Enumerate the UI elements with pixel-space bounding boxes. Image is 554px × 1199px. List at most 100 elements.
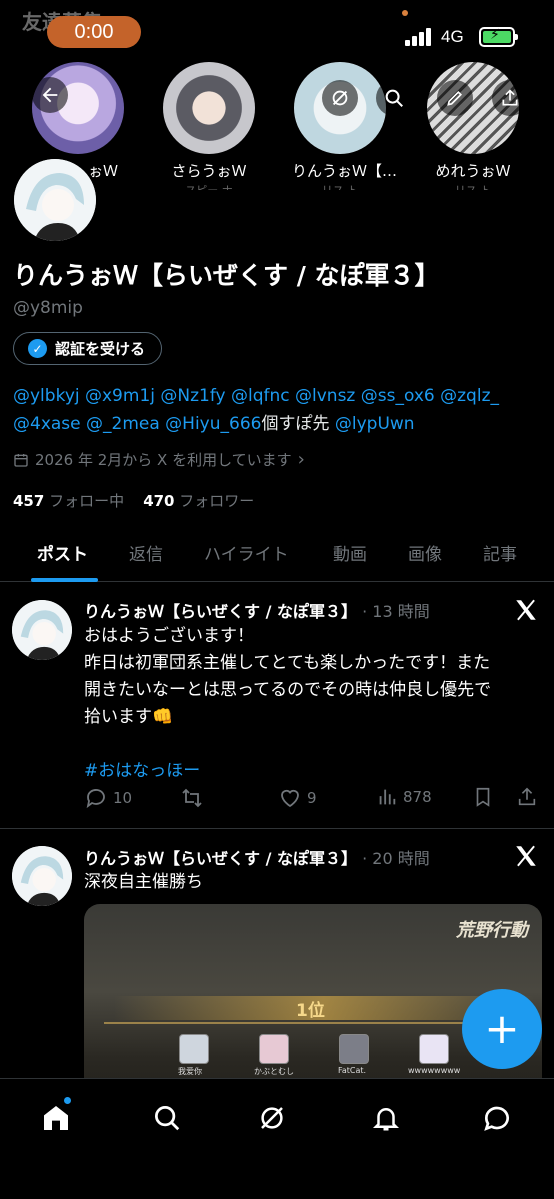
game-logo: 荒野行動 xyxy=(456,920,528,941)
friend-item-2[interactable]: さらうぉＷ スピー ナ xyxy=(161,62,257,190)
share-button[interactable] xyxy=(492,80,519,116)
tweet-time[interactable]: · 13 時間 xyxy=(362,602,430,621)
nav-notifications[interactable] xyxy=(366,1101,406,1135)
retweet-button[interactable] xyxy=(180,786,209,810)
tab-posts[interactable]: ポスト xyxy=(37,540,88,565)
friend-avatar xyxy=(163,62,255,154)
friend-item-3[interactable]: りんうぉＷ【… リス ト xyxy=(292,62,412,190)
player-name: wwwwwwww xyxy=(408,1066,461,1075)
bio-mentions-line-2[interactable]: @4xase @_2mea @Hiyu_666 xyxy=(13,414,261,434)
nav-search[interactable] xyxy=(147,1101,187,1135)
friend-item-4[interactable]: めれうぉＷ リス ト xyxy=(425,62,521,190)
friend-sub: リス ト xyxy=(292,182,388,190)
views-button[interactable]: 878 xyxy=(376,786,432,808)
grok-button[interactable] xyxy=(322,80,358,116)
network-type: 4G xyxy=(441,27,464,46)
verified-badge-icon: ✓ xyxy=(28,339,47,358)
hashtag-link[interactable]: #おはなっほー xyxy=(84,758,524,785)
bookmark-icon xyxy=(476,787,490,807)
get-verified-button[interactable]: ✓ 認証を受ける xyxy=(13,332,163,365)
player-avatar xyxy=(259,1034,289,1064)
bottom-navigation xyxy=(0,1078,554,1199)
back-arrow-icon xyxy=(42,87,58,103)
reply-icon xyxy=(86,789,105,809)
bio-text: 個すぽ先 xyxy=(261,414,330,434)
rank-strip xyxy=(104,1022,524,1024)
tab-videos[interactable]: 動画 xyxy=(333,540,367,565)
player-name: かぶとむし xyxy=(254,1067,294,1076)
player-name: FatCat. xyxy=(338,1066,367,1075)
tweet-text: おはようございます！ 昨日は初軍団系主催してとても楽しかったです！また 開きたい… xyxy=(84,623,524,785)
compose-post-button[interactable]: + xyxy=(462,989,542,1069)
views-icon xyxy=(379,789,396,805)
edit-button[interactable] xyxy=(437,80,473,116)
x-logo-icon xyxy=(516,845,536,867)
follow-stats: 457 フォロー中 470 フォロワー xyxy=(13,490,254,511)
followers-link[interactable]: 470 フォロワー xyxy=(143,492,254,510)
search-icon xyxy=(155,1106,180,1131)
friend-avatar xyxy=(427,62,519,154)
bio-mentions-line-1[interactable]: @ylbkyj @x9m1j @Nz1fy @lqfnc @lvnsz @ss_… xyxy=(13,382,543,410)
tweet-avatar[interactable] xyxy=(12,846,72,906)
home-icon xyxy=(44,1106,68,1130)
friend-name: さらうぉＷ xyxy=(171,162,247,180)
get-verified-label: 認証を受ける xyxy=(55,340,146,358)
friend-sub: リス ト xyxy=(425,182,521,190)
joined-text: 2026 年 2月から X を利用しています xyxy=(35,451,292,469)
tweet-time[interactable]: · 20 時間 xyxy=(362,849,430,868)
share-tweet-button[interactable] xyxy=(516,786,538,808)
like-button[interactable]: 9 xyxy=(278,786,317,810)
share-icon xyxy=(502,89,518,106)
friend-name: めれうぉＷ xyxy=(435,162,511,180)
tweet-author[interactable]: りんうぉＷ【らいぜくす / なぽ軍３】 xyxy=(84,602,357,621)
grok-icon xyxy=(261,1107,283,1129)
following-link[interactable]: 457 フォロー中 xyxy=(13,492,124,510)
bookmark-button[interactable] xyxy=(472,786,494,808)
profile-handle: @y8mip xyxy=(13,298,83,318)
tweet-text: 深夜自主催勝ち xyxy=(84,872,203,892)
reply-button[interactable]: 10 xyxy=(84,786,132,810)
tweet-header: りんうぉＷ【らいぜくす / なぽ軍３】 · 20 時間 xyxy=(84,845,430,869)
bell-icon xyxy=(372,1108,400,1131)
friend-name: りんうぉＷ【… xyxy=(292,162,398,180)
tab-replies[interactable]: 返信 xyxy=(129,540,163,565)
x-logo-icon xyxy=(516,599,536,621)
grok-icon xyxy=(332,90,348,106)
nav-messages[interactable] xyxy=(477,1101,517,1135)
privacy-indicator-dot xyxy=(402,10,408,16)
battery-icon: ⚡ xyxy=(479,27,518,47)
status-time[interactable]: 0:00 xyxy=(47,16,141,48)
nav-home[interactable] xyxy=(36,1101,76,1135)
tweet-actions: 10 9 878 xyxy=(84,786,544,812)
tweet-header: りんうぉＷ【らいぜくす / なぽ軍３】 · 13 時間 xyxy=(84,598,430,622)
tab-images[interactable]: 画像 xyxy=(408,540,442,565)
player-avatar xyxy=(179,1034,209,1064)
tweet-author[interactable]: りんうぉＷ【らいぜくす / なぽ軍３】 xyxy=(84,849,357,868)
tweet-avatar[interactable] xyxy=(12,600,72,660)
profile-bio: @ylbkyj @x9m1j @Nz1fy @lqfnc @lvnsz @ss_… xyxy=(13,382,543,438)
nav-grok[interactable] xyxy=(252,1101,292,1135)
player-avatar xyxy=(339,1034,369,1064)
signal-icon xyxy=(405,28,435,46)
bio-line-2: @4xase @_2mea @Hiyu_666個すぽ先 @lypUwn xyxy=(13,410,543,438)
bio-mention-tail[interactable]: @lypUwn xyxy=(335,414,415,434)
back-button[interactable] xyxy=(32,77,68,113)
tab-highlights[interactable]: ハイライト xyxy=(204,540,289,565)
home-notification-dot xyxy=(64,1097,71,1104)
joined-date[interactable]: 2026 年 2月から X を利用しています › xyxy=(13,449,305,470)
friend-sub: スピー ナ xyxy=(161,182,257,190)
rank-label: 1位 xyxy=(296,1001,325,1021)
tweet[interactable]: りんうぉＷ【らいぜくす / なぽ軍３】 · 13 時間 おはようございます！ 昨… xyxy=(0,583,554,828)
search-button[interactable] xyxy=(376,80,412,116)
retweet-icon xyxy=(182,788,202,808)
profile-avatar[interactable] xyxy=(11,156,99,244)
share-icon xyxy=(518,787,536,806)
calendar-icon xyxy=(14,453,28,467)
search-icon xyxy=(385,89,403,107)
tab-articles[interactable]: 記事 xyxy=(483,540,517,565)
heart-icon xyxy=(281,789,299,808)
profile-name: りんうぉＷ【らいぜくす / なぽ軍３】 xyxy=(13,261,440,290)
chevron-right-icon: › xyxy=(297,449,305,470)
friend-avatar xyxy=(32,62,124,154)
player-name: 我爱你 xyxy=(178,1067,202,1076)
